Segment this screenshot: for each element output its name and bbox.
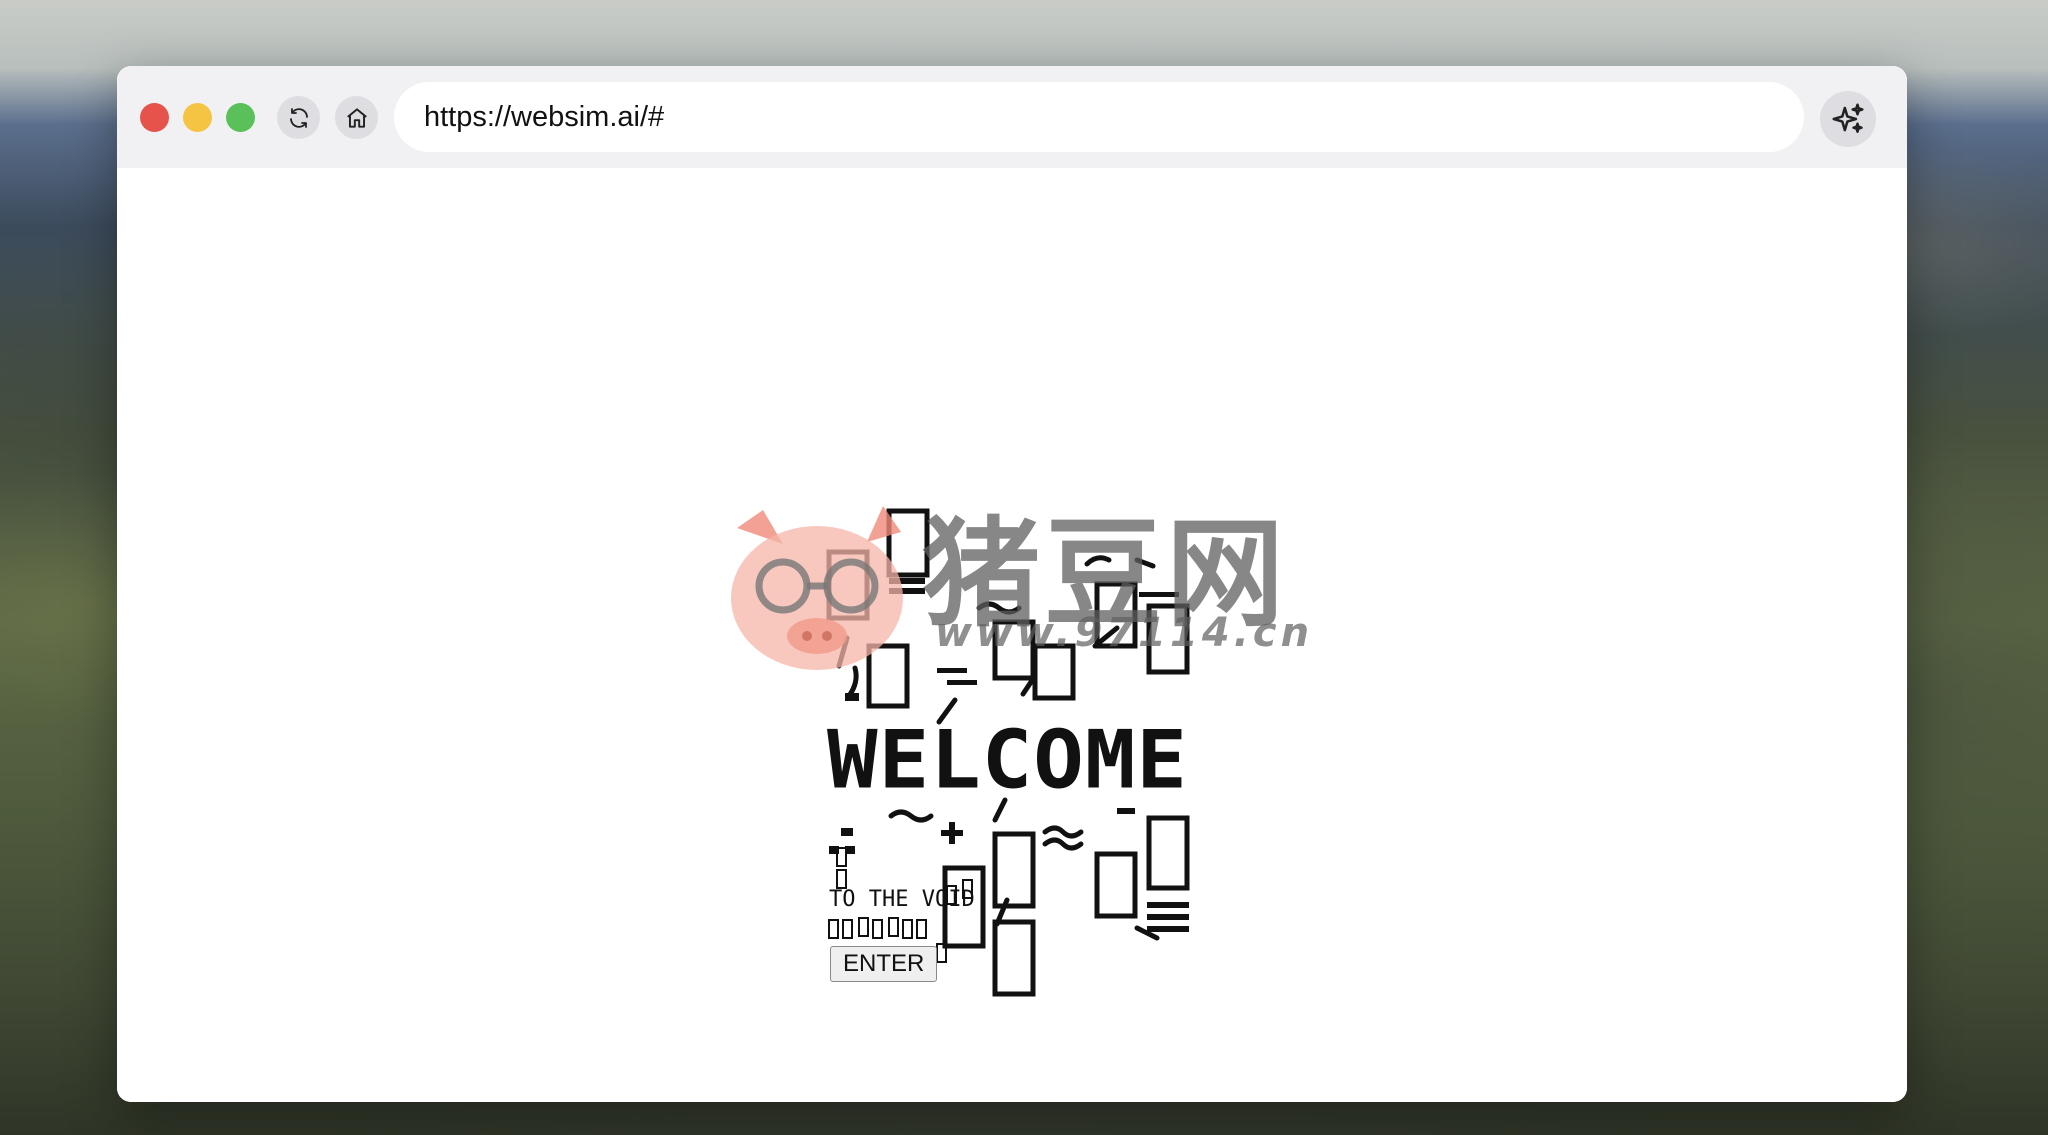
enter-button[interactable]: ENTER — [830, 946, 938, 982]
minimize-window-button[interactable] — [183, 103, 212, 132]
page-viewport: WELCOME TO THE VOID ENTER 猪豆网 www.97114.… — [117, 168, 1907, 1102]
sparkle-icon — [1832, 103, 1864, 133]
browser-toolbar: https://websim.ai/# — [117, 66, 1907, 168]
close-window-button[interactable] — [140, 103, 169, 132]
reload-icon — [289, 107, 308, 128]
url-text: https://websim.ai/# — [424, 100, 665, 133]
home-icon — [346, 107, 367, 128]
page-subtitle: TO THE VOID — [829, 887, 975, 912]
browser-window: https://websim.ai/# WELCOME TO THE VOID … — [117, 66, 1907, 1102]
address-bar[interactable]: https://websim.ai/# — [394, 82, 1804, 152]
ai-sparkle-button[interactable] — [1820, 91, 1876, 147]
glitch-glyph-art — [826, 508, 1190, 997]
page-title: WELCOME — [827, 713, 1189, 807]
reload-button[interactable] — [277, 96, 320, 139]
maximize-window-button[interactable] — [226, 103, 255, 132]
home-button[interactable] — [335, 96, 378, 139]
